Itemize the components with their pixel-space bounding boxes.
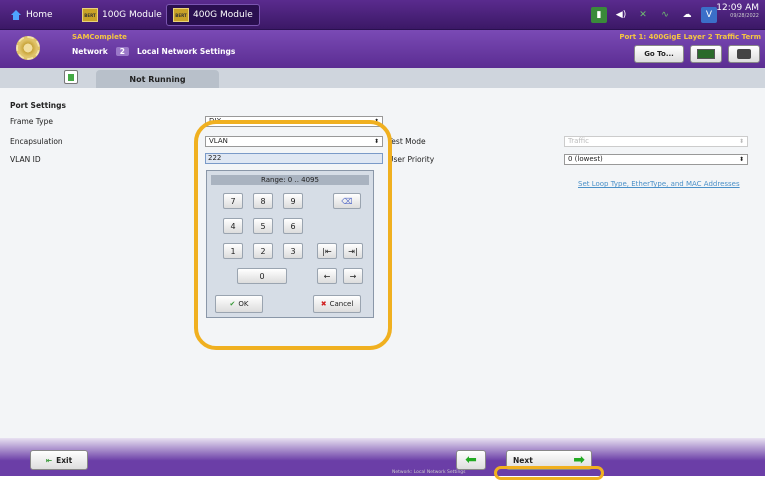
user-priority-select[interactable]: 0 (lowest) ⬍ [564, 154, 748, 165]
breadcrumb: Network 2 Local Network Settings [72, 47, 235, 56]
key-7[interactable]: 7 [223, 193, 243, 209]
cancel-button[interactable]: ✖ Cancel [313, 295, 361, 313]
arrow-left-icon: ← [323, 271, 331, 281]
backspace-icon: ⌫ [341, 196, 353, 206]
key-3[interactable]: 3 [283, 243, 303, 259]
camera-button[interactable] [728, 45, 760, 63]
tab-400g-label: 400G Module [193, 10, 253, 20]
tab-400g-module[interactable]: BERT 400G Module [166, 4, 260, 26]
close-icon: ✖ [320, 300, 327, 308]
backspace-key[interactable]: ⌫ [333, 193, 361, 209]
module-icon: BERT [173, 8, 189, 22]
key-4[interactable]: 4 [223, 218, 243, 234]
test-mode-value: Traffic [568, 137, 590, 145]
move-end-icon: ⇥| [348, 246, 358, 256]
arrow-left-icon: ⬅ [465, 452, 477, 468]
results-button[interactable] [690, 45, 722, 63]
clock-date: 09/28/2022 [730, 13, 759, 19]
encapsulation-value: VLAN [209, 137, 228, 145]
speaker-icon[interactable]: ◀) [613, 7, 629, 23]
frame-type-select[interactable]: DIX ⬍ [205, 116, 383, 127]
gear-icon[interactable] [16, 36, 40, 60]
key-9[interactable]: 9 [283, 193, 303, 209]
tools-icon[interactable]: ✕ [635, 7, 651, 23]
move-start-icon: |⇤ [322, 246, 332, 256]
key-5[interactable]: 5 [253, 218, 273, 234]
exit-label: Exit [56, 455, 73, 465]
results-icon [697, 49, 715, 59]
tab-100g-label: 100G Module [102, 10, 162, 20]
frame-type-value: DIX [209, 117, 222, 125]
goto-button[interactable]: Go To... [634, 45, 684, 63]
key-8[interactable]: 8 [253, 193, 273, 209]
next-highlight [494, 466, 604, 480]
chevron-down-icon: ⬍ [373, 138, 379, 145]
loop-type-link[interactable]: Set Loop Type, EtherType, and MAC Addres… [578, 180, 740, 188]
chevron-down-icon: ⬍ [373, 118, 379, 125]
next-sublabel: Network: Local Network Settings [392, 470, 466, 475]
home-icon [10, 9, 22, 21]
back-button[interactable]: ⬅ [456, 450, 486, 470]
ok-button[interactable]: ✔ OK [215, 295, 263, 313]
user-priority-value: 0 (lowest) [568, 155, 603, 163]
app-name: SAMComplete [72, 33, 127, 41]
range-label: Range: 0 .. 4095 [211, 175, 369, 185]
section-title: Port Settings [10, 101, 66, 110]
vlan-id-label: VLAN ID [10, 155, 41, 164]
exit-button[interactable]: ⇤ Exit [30, 450, 88, 470]
vlan-id-input[interactable]: 222 [205, 153, 383, 164]
right-arrow-key[interactable]: → [343, 268, 363, 284]
module-icon: BERT [82, 8, 98, 22]
run-status: Not Running [96, 70, 219, 88]
tab-100g-module[interactable]: BERT 100G Module [76, 4, 168, 26]
checkmark-icon: ✔ [229, 300, 236, 308]
key-6[interactable]: 6 [283, 218, 303, 234]
clock-time: 12:09 AM [716, 3, 759, 13]
left-arrow-key[interactable]: ← [317, 268, 337, 284]
encapsulation-select[interactable]: VLAN ⬍ [205, 136, 383, 147]
vnc-icon[interactable]: V [701, 7, 717, 23]
footer-bar [0, 438, 765, 476]
chevron-down-icon: ⬍ [738, 156, 744, 163]
cloud-icon[interactable]: ☁ [679, 7, 695, 23]
key-2[interactable]: 2 [253, 243, 273, 259]
led-icon[interactable] [64, 70, 78, 84]
breadcrumb-section: Network [72, 47, 108, 56]
test-mode-label: Test Mode [388, 137, 426, 146]
test-mode-select[interactable]: Traffic ⬍ [564, 136, 748, 147]
user-priority-label: User Priority [388, 155, 435, 164]
cancel-label: Cancel [329, 300, 354, 308]
breadcrumb-page: Local Network Settings [136, 47, 236, 56]
numeric-keypad: Range: 0 .. 4095 7 8 9 ⌫ 4 5 6 1 2 3 |⇤ … [206, 170, 374, 318]
home-key[interactable]: |⇤ [317, 243, 337, 259]
encapsulation-label: Encapsulation [10, 137, 63, 146]
arrow-right-icon: → [349, 271, 357, 281]
exit-icon: ⇤ [45, 455, 53, 465]
battery-icon[interactable]: ▮ [591, 7, 607, 23]
clock: 12:09 AM 09/28/2022 [716, 3, 759, 19]
end-key[interactable]: ⇥| [343, 243, 363, 259]
ok-label: OK [238, 300, 249, 308]
tab-home[interactable]: Home [4, 4, 59, 26]
frame-type-label: Frame Type [10, 117, 53, 126]
camera-icon [737, 49, 751, 59]
next-label: Next [513, 455, 533, 465]
tab-home-label: Home [26, 10, 53, 20]
breadcrumb-step: 2 [115, 47, 129, 56]
chevron-down-icon: ⬍ [738, 138, 744, 145]
key-1[interactable]: 1 [223, 243, 243, 259]
gps-icon[interactable]: ∿ [657, 7, 673, 23]
port-title: Port 1: 400GigE Layer 2 Traffic Term [619, 33, 761, 41]
key-0[interactable]: 0 [237, 268, 287, 284]
status-icons: ▮ ◀) ✕ ∿ ☁ V [591, 7, 717, 23]
